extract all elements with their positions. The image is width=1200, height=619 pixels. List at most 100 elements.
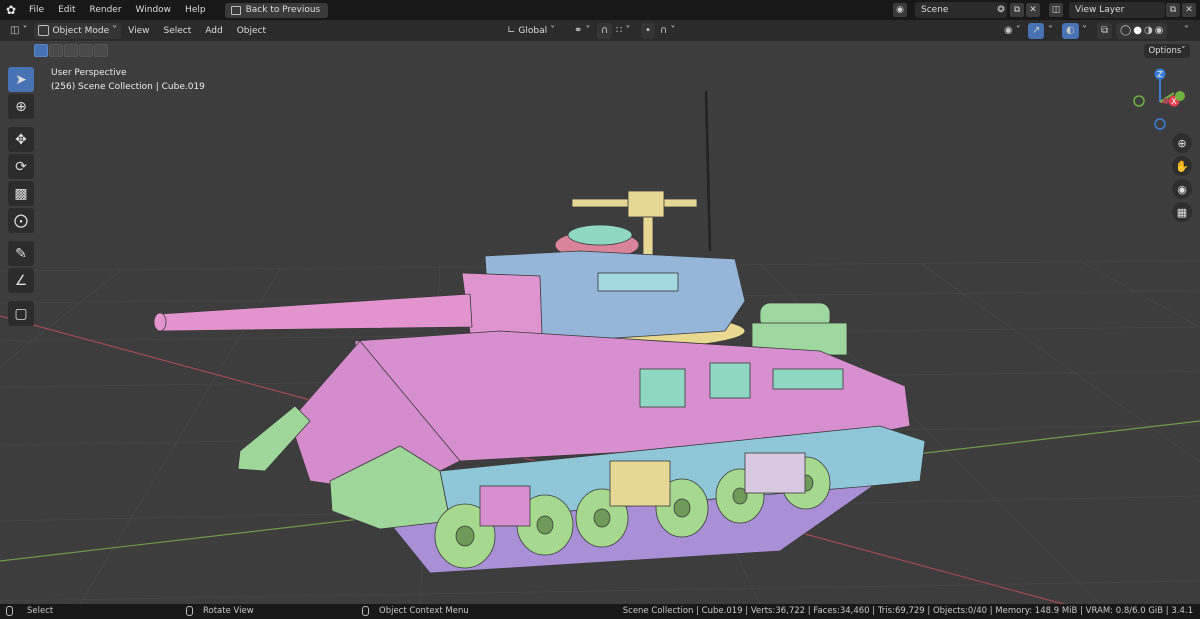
delete-scene-icon[interactable]: ✕ — [1026, 3, 1040, 17]
delete-view-layer-icon[interactable]: ✕ — [1182, 3, 1196, 17]
menu-object[interactable]: Object — [230, 21, 273, 41]
proportional-edit-toggle[interactable]: • — [641, 22, 655, 39]
left-toolbar: ➤ ⊕ ✥ ⟳ ▩ ⨀ ✎ ∠ ▢ — [8, 67, 36, 328]
shading-dropdown[interactable]: ˅ — [1180, 23, 1193, 39]
status-rotate-label: Rotate View — [203, 606, 254, 616]
rotate-tool-icon[interactable]: ⟳ — [8, 154, 34, 179]
neg-z-axis-icon[interactable] — [1154, 118, 1166, 130]
material-shading-icon[interactable]: ◑ — [1144, 25, 1153, 36]
xray-icon: ⧉ — [1101, 25, 1109, 36]
y-axis-icon[interactable] — [1175, 91, 1185, 101]
menu-view[interactable]: View — [121, 21, 156, 41]
options-button[interactable]: Options ˅ — [1144, 44, 1190, 58]
menu-help[interactable]: Help — [178, 0, 213, 20]
menu-select[interactable]: Select — [157, 21, 199, 41]
pivot-point-selector[interactable]: ⚭ ˅ — [570, 23, 594, 39]
pivot-icon: ⚭ — [574, 25, 583, 36]
new-scene-icon[interactable]: ⧉ — [1010, 3, 1024, 17]
annotate-tool-icon[interactable]: ✎ — [8, 241, 34, 266]
tank-bogie-3 — [479, 485, 531, 527]
xray-toggle[interactable]: ⧉ — [1097, 22, 1113, 39]
orientation-icon: ∟ — [507, 25, 516, 36]
tank-side-panel-1 — [639, 368, 686, 408]
tank-hatch-top — [567, 224, 633, 246]
menu-edit[interactable]: Edit — [51, 0, 82, 20]
chevron-down-icon: ˅ — [1082, 25, 1087, 36]
back-to-previous-button[interactable]: Back to Previous — [224, 2, 329, 18]
wireframe-shading-icon[interactable]: ◯ — [1120, 25, 1131, 36]
select-invert-icon[interactable] — [79, 44, 93, 57]
overlays-dropdown[interactable]: ˅ — [1078, 23, 1091, 39]
screen-icon — [230, 5, 241, 15]
scene-selector-icon[interactable]: ◉ — [893, 3, 907, 17]
blender-logo-icon[interactable]: ✿ — [0, 0, 22, 20]
status-bar: Select Rotate View Object Context Menu S… — [0, 604, 1200, 619]
select-subtract-icon[interactable] — [64, 44, 78, 57]
solid-shading-icon[interactable]: ● — [1133, 25, 1142, 36]
measure-tool-icon[interactable]: ∠ — [8, 268, 34, 293]
falloff-selector[interactable]: ∩ ˅ — [656, 23, 679, 39]
select-box-tool-icon[interactable]: ➤ — [8, 67, 34, 92]
z-axis-label: Z — [1157, 70, 1163, 79]
3d-viewport[interactable]: User Perspective (256) Scene Collection … — [0, 41, 1200, 604]
zoom-icon[interactable]: ⊕ — [1172, 133, 1192, 153]
transform-orientation-selector[interactable]: ∟ Global ˅ — [503, 23, 559, 39]
scale-tool-icon[interactable]: ▩ — [8, 181, 34, 206]
eye-icon: ◉ — [1004, 25, 1013, 36]
transform-tool-icon[interactable]: ⨀ — [8, 208, 34, 233]
select-extend-icon[interactable] — [49, 44, 63, 57]
visibility-selector[interactable]: ◉ ˅ — [1000, 23, 1025, 39]
status-select-hint: Select — [6, 606, 53, 616]
chevron-down-icon: ˅ — [112, 25, 118, 36]
snap-target-selector[interactable]: ∷ ˅ — [612, 23, 634, 39]
move-tool-icon[interactable]: ✥ — [8, 127, 34, 152]
tank-model[interactable] — [153, 90, 926, 574]
scene-name-label: Scene — [921, 5, 949, 15]
overlays-toggle[interactable]: ◐ — [1062, 22, 1079, 39]
chevron-down-icon: ˅ — [550, 25, 556, 36]
chevron-down-icon: ˅ — [22, 25, 28, 36]
tank-muzzle — [153, 312, 167, 332]
proportional-icon: • — [645, 25, 651, 36]
new-view-layer-icon[interactable]: ⧉ — [1166, 3, 1180, 17]
pin-icon[interactable]: ❂ — [994, 3, 1008, 17]
tank-turret-panel — [597, 272, 679, 292]
select-intersect-icon[interactable] — [94, 44, 108, 57]
editor-type-icon: ◫ — [10, 25, 20, 36]
tank-gun-post — [642, 216, 654, 258]
view-layer-label: View Layer — [1075, 5, 1125, 15]
add-cube-tool-icon[interactable]: ▢ — [8, 301, 34, 326]
right-mouse-icon — [362, 606, 369, 616]
mode-selector[interactable]: Object Mode ˅ — [34, 22, 122, 39]
menu-file[interactable]: File — [22, 0, 51, 20]
scene-statistics: Scene Collection | Cube.019 | Verts:36,7… — [622, 606, 1193, 616]
object-mode-icon — [38, 25, 50, 36]
options-label: Options — [1148, 46, 1182, 56]
camera-view-icon[interactable]: ◉ — [1172, 179, 1192, 199]
gizmo-dropdown[interactable]: ˅ — [1044, 23, 1057, 39]
middle-mouse-icon — [186, 606, 193, 616]
cursor-tool-icon[interactable]: ⊕ — [8, 94, 34, 119]
tank-side-vent — [772, 368, 844, 390]
neg-x-axis-icon[interactable] — [1163, 98, 1169, 104]
menu-render[interactable]: Render — [83, 0, 129, 20]
rendered-shading-icon[interactable]: ◉ — [1155, 25, 1164, 36]
view-layer-icon[interactable]: ◫ — [1049, 3, 1063, 17]
pan-hand-icon[interactable]: ✋ — [1172, 156, 1192, 176]
left-mouse-icon — [6, 606, 13, 616]
navigation-gizmo[interactable]: Z X — [1128, 66, 1188, 136]
editor-type-button[interactable]: ◫ ˅ — [6, 23, 31, 39]
menu-add[interactable]: Add — [198, 21, 229, 41]
chevron-down-icon: ˅ — [1184, 25, 1189, 36]
status-rotate-hint: Rotate View — [186, 606, 254, 616]
viewport-canvas — [0, 90, 1200, 604]
select-new-icon[interactable] — [34, 44, 48, 57]
menu-window[interactable]: Window — [129, 0, 179, 20]
gizmo-toggle[interactable]: ↗ — [1028, 22, 1045, 39]
perspective-grid-icon[interactable]: ▦ — [1172, 202, 1192, 222]
view-layer-field[interactable]: View Layer — [1069, 2, 1165, 18]
tank-antenna — [704, 90, 712, 252]
status-context-label: Object Context Menu — [379, 606, 469, 616]
neg-y-axis-icon[interactable] — [1133, 95, 1145, 107]
snap-toggle[interactable]: ∩ — [597, 22, 613, 39]
